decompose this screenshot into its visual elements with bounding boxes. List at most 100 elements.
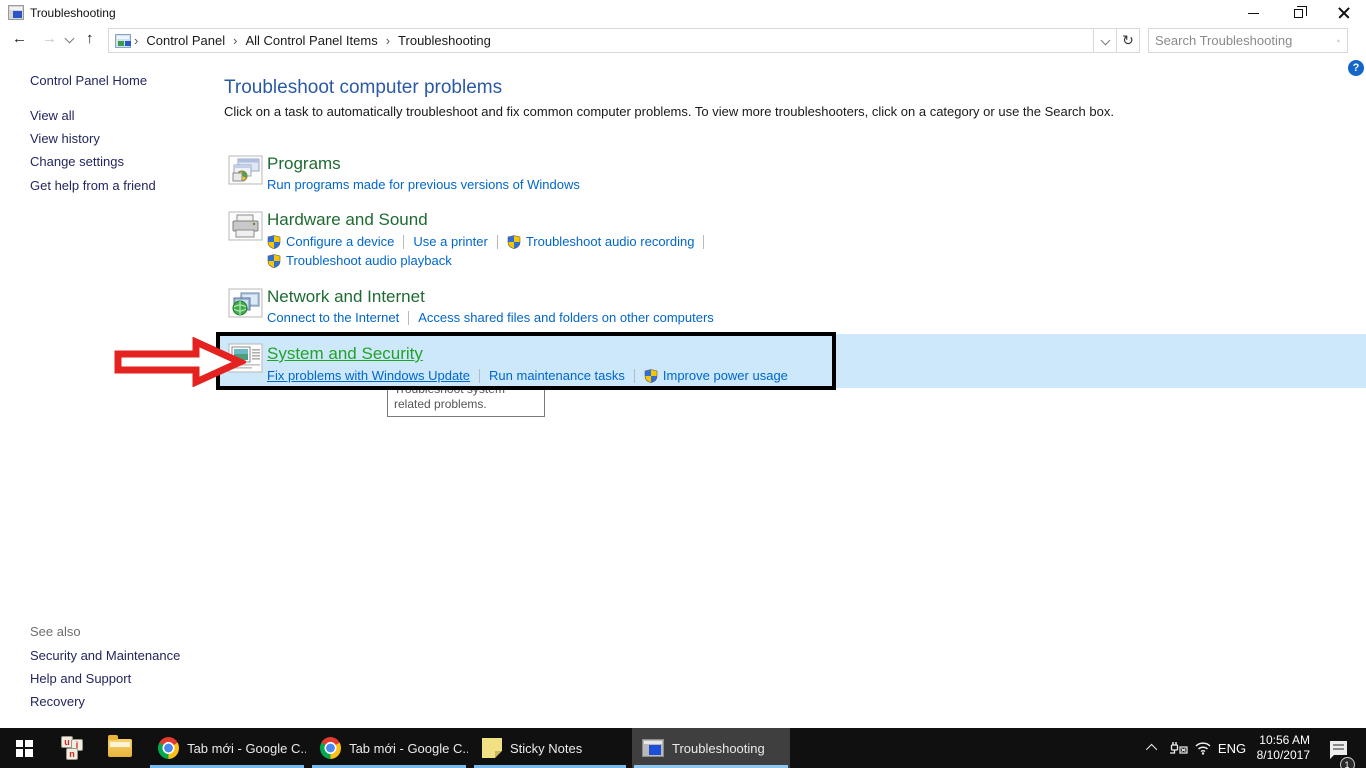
- task-link[interactable]: Run programs made for previous versions …: [267, 177, 580, 192]
- taskbar-app-chrome-1[interactable]: Tab mới - Google C...: [148, 728, 306, 768]
- category-hardware-and-sound[interactable]: Hardware and Sound: [267, 210, 428, 230]
- taskbar: uin Tab mới - Google C... Tab mới - Goog…: [0, 728, 1366, 768]
- chrome-icon: [158, 737, 179, 759]
- power-plug-icon: [1168, 741, 1188, 755]
- chrome-icon: [320, 737, 341, 759]
- action-center-icon: 1: [1330, 741, 1347, 755]
- divider: [408, 311, 409, 325]
- category-programs[interactable]: Programs: [267, 154, 341, 174]
- breadcrumb-separator-icon: ›: [383, 33, 393, 48]
- address-bar[interactable]: › Control Panel › All Control Panel Item…: [108, 28, 1140, 53]
- taskbar-app-label: Troubleshooting: [672, 741, 765, 756]
- control-panel-icon: [115, 34, 131, 48]
- page-description: Click on a task to automatically trouble…: [224, 104, 1114, 119]
- sidebar-item-recovery[interactable]: Recovery: [30, 694, 85, 709]
- printer-icon: [228, 211, 263, 241]
- address-dropdown-button[interactable]: [1094, 29, 1116, 52]
- action-center-button[interactable]: 1: [1318, 728, 1358, 768]
- divider: [403, 235, 404, 249]
- annotation-arrow-icon: [112, 337, 246, 387]
- divider: [634, 369, 635, 383]
- breadcrumb-troubleshooting[interactable]: Troubleshooting: [393, 33, 496, 48]
- troubleshooting-icon: [642, 739, 664, 757]
- close-icon: [1338, 7, 1350, 19]
- hardware-links-row2: Troubleshoot audio playback: [267, 253, 452, 268]
- title-bar: Troubleshooting: [0, 0, 1366, 26]
- uac-shield-icon: [507, 235, 521, 249]
- divider: [703, 235, 704, 249]
- language-indicator: ENG: [1218, 741, 1246, 756]
- category-network-and-internet[interactable]: Network and Internet: [267, 287, 425, 307]
- unikey-button[interactable]: uin: [48, 728, 96, 768]
- chevron-down-icon: [1100, 36, 1110, 46]
- app-window-icon: [8, 5, 24, 20]
- clock-date: 8/10/2017: [1257, 748, 1310, 763]
- file-explorer-button[interactable]: [96, 728, 144, 768]
- sidebar-item-security-and-maintenance[interactable]: Security and Maintenance: [30, 648, 180, 663]
- restore-button[interactable]: [1276, 0, 1321, 26]
- sidebar-item-view-history[interactable]: View history: [30, 131, 100, 146]
- sidebar-item-help-and-support[interactable]: Help and Support: [30, 671, 131, 686]
- sidebar-item-get-help[interactable]: Get help from a friend: [30, 178, 156, 193]
- task-link[interactable]: Troubleshoot audio recording: [526, 234, 695, 249]
- minimize-button[interactable]: [1231, 0, 1276, 26]
- window-title: Troubleshooting: [30, 6, 116, 20]
- search-input[interactable]: [1149, 33, 1337, 48]
- sidebar-item-view-all[interactable]: View all: [30, 108, 75, 123]
- task-link[interactable]: Configure a device: [286, 234, 394, 249]
- up-button[interactable]: ↑: [86, 31, 94, 46]
- uac-shield-icon: [267, 235, 281, 249]
- taskbar-app-label: Tab mới - Google C...: [187, 741, 306, 756]
- windows-logo-icon: [16, 740, 33, 757]
- taskbar-app-chrome-2[interactable]: Tab mới - Google C...: [310, 728, 468, 768]
- content-area: ? Control Panel Home View all View histo…: [0, 56, 1366, 728]
- sidebar-item-change-settings[interactable]: Change settings: [30, 154, 124, 169]
- help-button[interactable]: ?: [1348, 60, 1364, 76]
- refresh-button[interactable]: ↻: [1117, 29, 1139, 52]
- taskbar-app-troubleshooting[interactable]: Troubleshooting: [632, 728, 790, 768]
- start-button[interactable]: [0, 728, 48, 768]
- refresh-icon: ↻: [1122, 32, 1134, 49]
- task-link[interactable]: Troubleshoot audio playback: [286, 253, 452, 268]
- tray-network-button[interactable]: [1190, 728, 1216, 768]
- task-link[interactable]: Connect to the Internet: [267, 310, 399, 325]
- search-box: [1148, 28, 1348, 53]
- divider: [479, 369, 480, 383]
- see-also-label: See also: [30, 624, 81, 639]
- clock-time: 10:56 AM: [1259, 733, 1310, 748]
- tray-power-button[interactable]: [1164, 728, 1192, 768]
- tray-show-hidden-icons[interactable]: [1140, 728, 1166, 768]
- restore-icon: [1294, 9, 1303, 18]
- taskbar-app-sticky-notes[interactable]: Sticky Notes: [472, 728, 628, 768]
- task-link[interactable]: Access shared files and folders on other…: [418, 310, 714, 325]
- breadcrumb-all-items[interactable]: All Control Panel Items: [240, 33, 382, 48]
- system-links: Fix problems with Windows Update Run mai…: [267, 368, 788, 383]
- task-link[interactable]: Use a printer: [413, 234, 487, 249]
- network-icon: [228, 288, 263, 318]
- recent-pages-dropdown[interactable]: [65, 34, 75, 44]
- programs-links: Run programs made for previous versions …: [267, 177, 580, 192]
- task-link[interactable]: Run maintenance tasks: [489, 368, 625, 383]
- hardware-links-row1: Configure a device Use a printer Trouble…: [267, 234, 713, 249]
- minimize-icon: [1248, 13, 1259, 14]
- category-system-and-security[interactable]: System and Security: [267, 344, 423, 364]
- tray-language-button[interactable]: ENG: [1214, 728, 1250, 768]
- sidebar-item-control-panel-home[interactable]: Control Panel Home: [30, 73, 147, 88]
- page-title: Troubleshoot computer problems: [224, 77, 502, 99]
- tray-clock-button[interactable]: 10:56 AM 8/10/2017: [1248, 728, 1310, 768]
- breadcrumb-separator-icon: ›: [230, 33, 240, 48]
- breadcrumb-control-panel[interactable]: Control Panel: [141, 33, 230, 48]
- back-button[interactable]: ←: [12, 31, 27, 46]
- uac-shield-icon: [644, 369, 658, 383]
- breadcrumb-separator-icon: ›: [131, 33, 141, 48]
- sticky-notes-icon: [482, 738, 502, 758]
- close-button[interactable]: [1321, 0, 1366, 26]
- task-link[interactable]: Improve power usage: [663, 368, 788, 383]
- task-link[interactable]: Fix problems with Windows Update: [267, 368, 470, 383]
- notification-badge: 1: [1340, 757, 1355, 768]
- unikey-icon: uin: [59, 736, 85, 760]
- divider: [497, 235, 498, 249]
- navigation-bar: ← → ↑ › Control Panel › All Control Pane…: [0, 26, 1366, 56]
- network-links: Connect to the Internet Access shared fi…: [267, 310, 714, 325]
- forward-button[interactable]: →: [42, 31, 57, 46]
